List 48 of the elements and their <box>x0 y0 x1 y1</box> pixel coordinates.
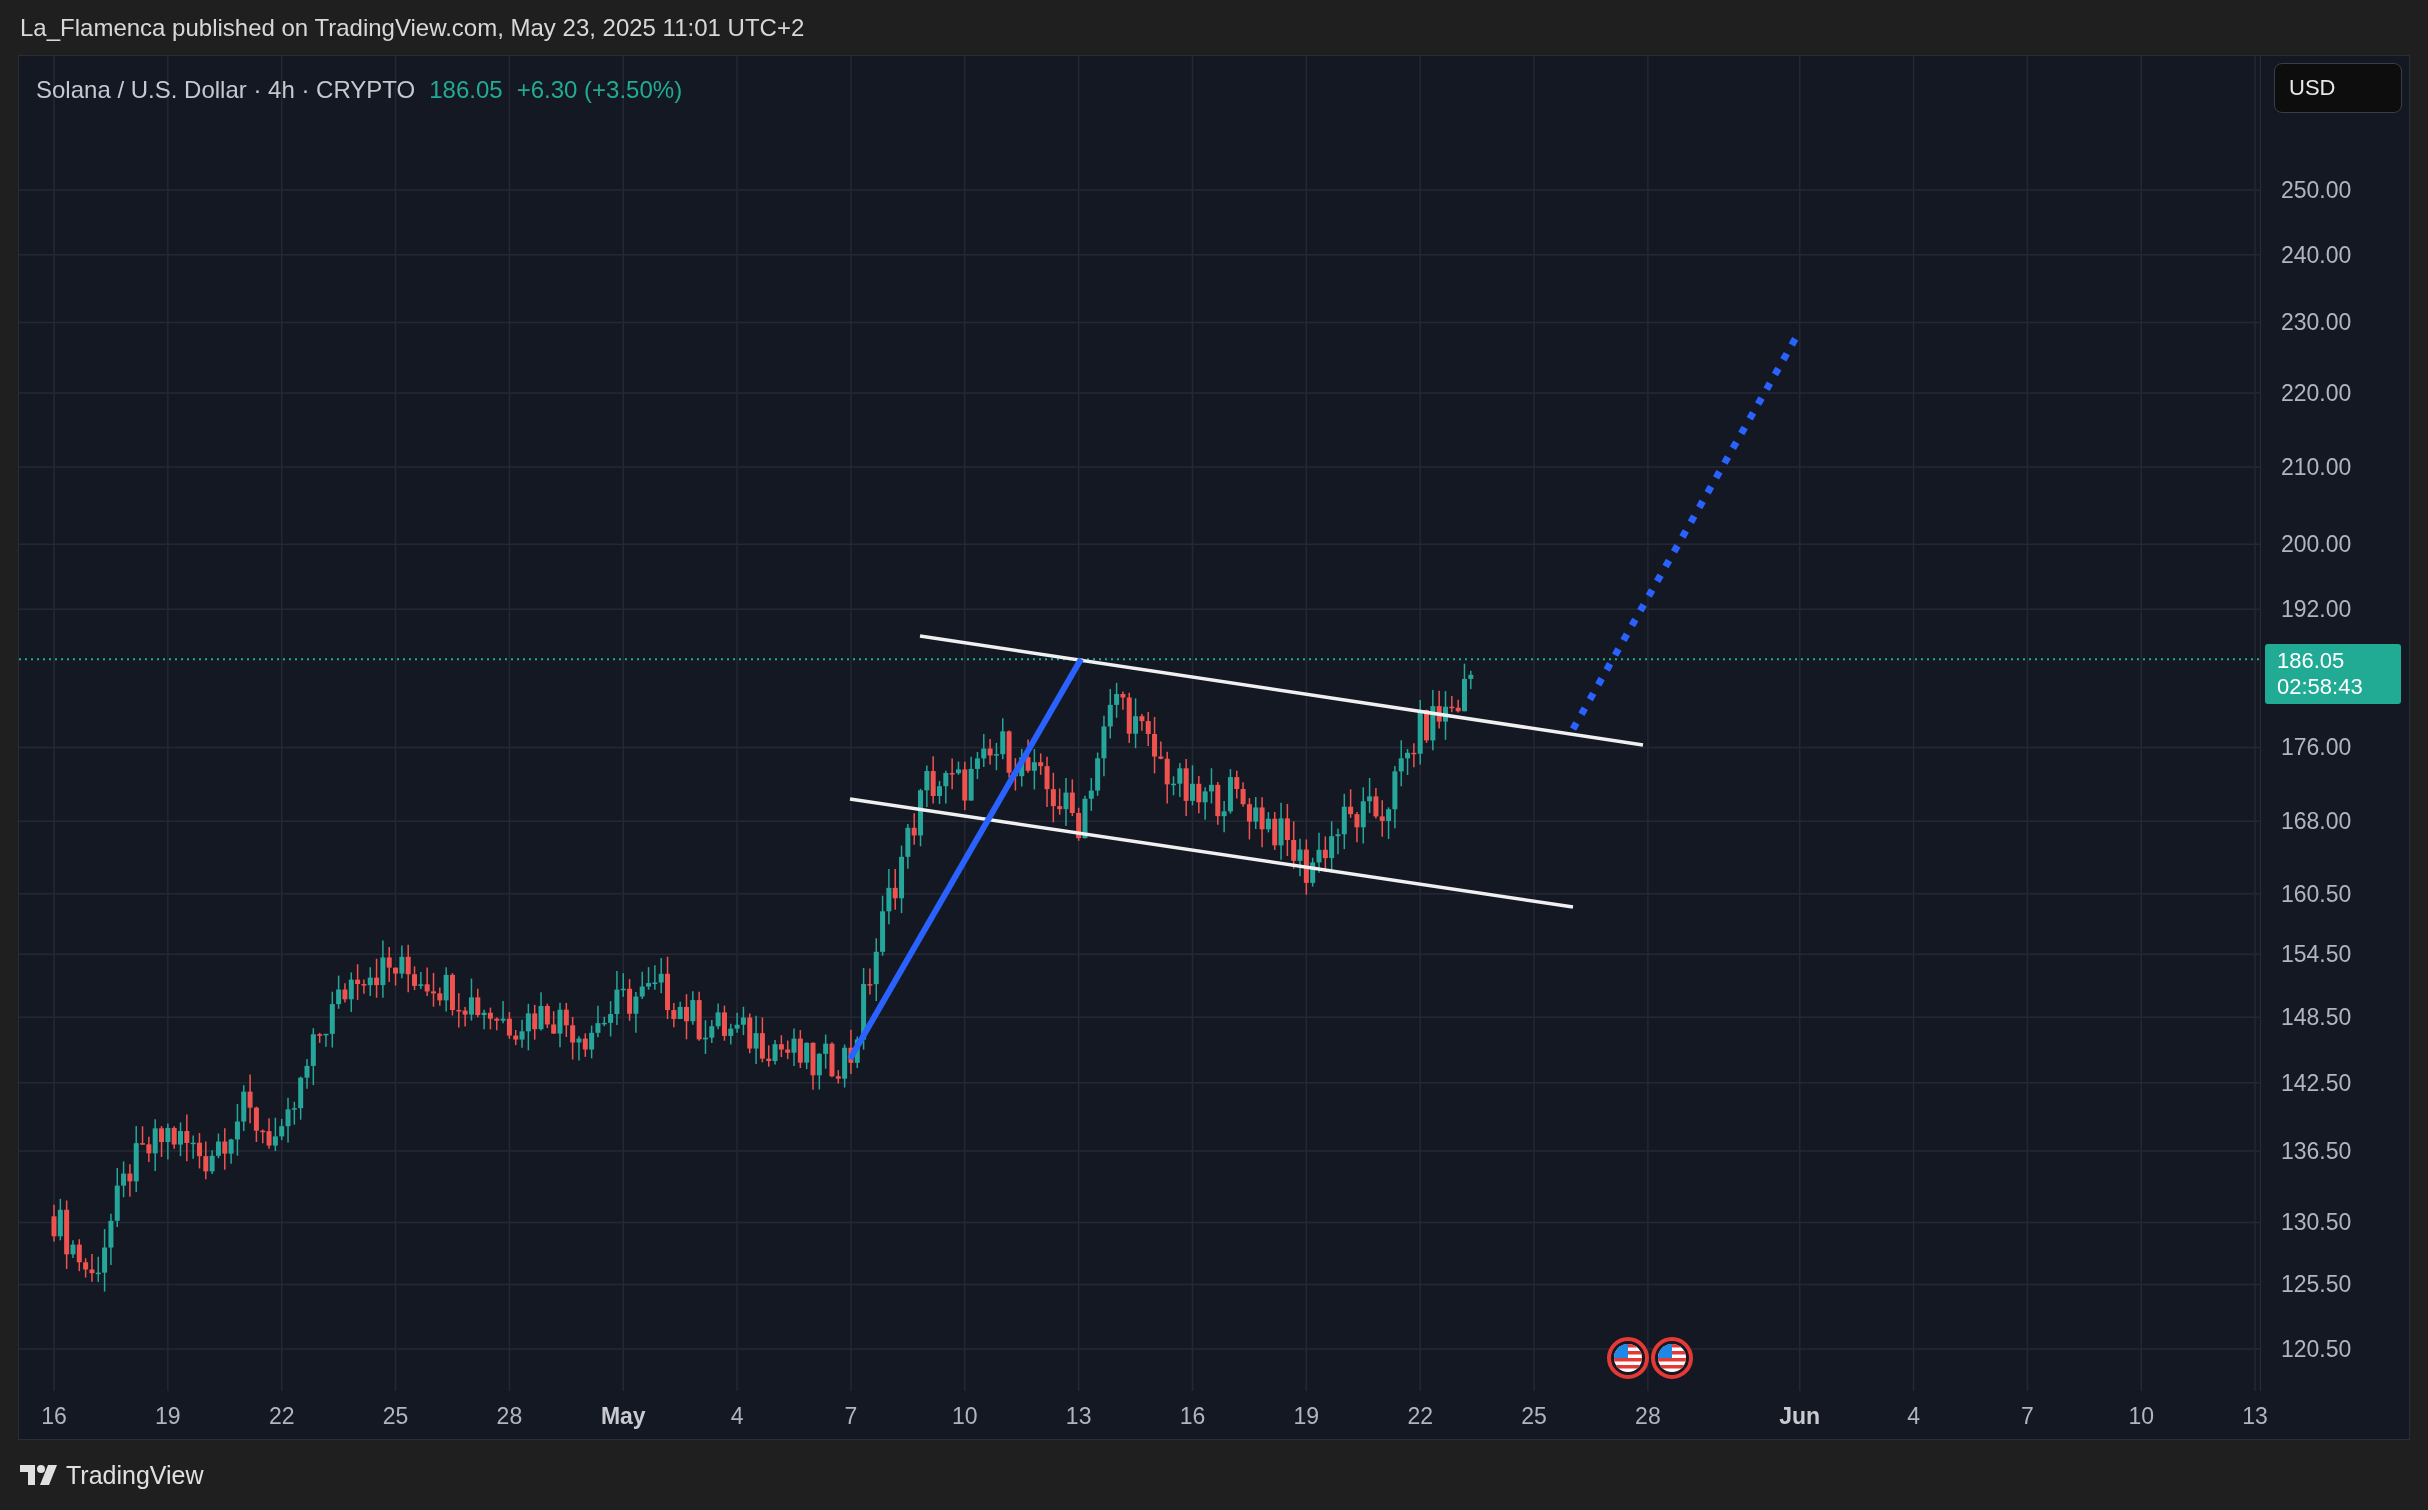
time-label: 19 <box>155 1403 181 1430</box>
price-label: 160.50 <box>2281 880 2352 908</box>
time-label: 25 <box>1521 1403 1547 1430</box>
time-label: 16 <box>41 1403 67 1430</box>
price-label: 240.00 <box>2281 241 2352 269</box>
brand-name: TradingView <box>66 1460 204 1490</box>
time-label: 10 <box>2128 1403 2155 1430</box>
price-label: 120.50 <box>2281 1335 2352 1363</box>
time-label: 7 <box>844 1403 858 1430</box>
price-label: 154.50 <box>2281 940 2352 968</box>
price-label: 192.00 <box>2281 595 2352 623</box>
currency-button[interactable]: USD <box>2274 63 2402 113</box>
price-change: +6.30 (+3.50%) <box>516 76 683 104</box>
price-label: 176.00 <box>2281 733 2352 761</box>
time-label: 10 <box>952 1403 978 1430</box>
flag-icon[interactable] <box>1607 1337 1649 1379</box>
price-label: 220.00 <box>2281 379 2352 407</box>
time-label: May <box>600 1403 646 1430</box>
countdown: 02:58:43 <box>2277 674 2364 700</box>
time-label: 28 <box>1635 1403 1661 1430</box>
time-label: 28 <box>496 1403 523 1430</box>
time-label: 4 <box>1907 1403 1920 1430</box>
time-label: 13 <box>1065 1403 1092 1430</box>
price-label: 210.00 <box>2281 453 2352 481</box>
time-label: 7 <box>2021 1403 2034 1430</box>
time-label: 19 <box>1293 1403 1320 1430</box>
publish-info: La_Flamenca published on TradingView.com, May 23, 2025 11:01 UTC+2 <box>20 13 805 42</box>
price-label: 148.50 <box>2281 1003 2352 1031</box>
time-label: 4 <box>730 1403 744 1430</box>
last-price: 186.05 <box>429 76 503 104</box>
time-label: Jun <box>1779 1403 1821 1430</box>
symbol-label: Solana / U.S. Dollar · 4h · CRYPTO <box>36 76 416 104</box>
time-label: 22 <box>268 1403 295 1430</box>
price-label: 200.00 <box>2281 530 2352 558</box>
logo-icon <box>20 1465 58 1485</box>
flag-icon[interactable] <box>1651 1337 1693 1379</box>
price-label: 142.50 <box>2281 1069 2352 1097</box>
price-label: 125.50 <box>2281 1270 2352 1298</box>
time-label: 25 <box>382 1403 409 1430</box>
price-label: 130.50 <box>2281 1208 2352 1236</box>
time-label: 16 <box>1179 1403 1206 1430</box>
price-label: 250.00 <box>2281 176 2352 204</box>
time-label: 22 <box>1407 1403 1433 1430</box>
price-label: 136.50 <box>2281 1137 2352 1165</box>
badge-price: 186.05 <box>2277 648 2346 674</box>
price-label: 230.00 <box>2281 308 2352 336</box>
time-label: 13 <box>2242 1403 2268 1430</box>
price-label: 168.00 <box>2281 807 2352 835</box>
